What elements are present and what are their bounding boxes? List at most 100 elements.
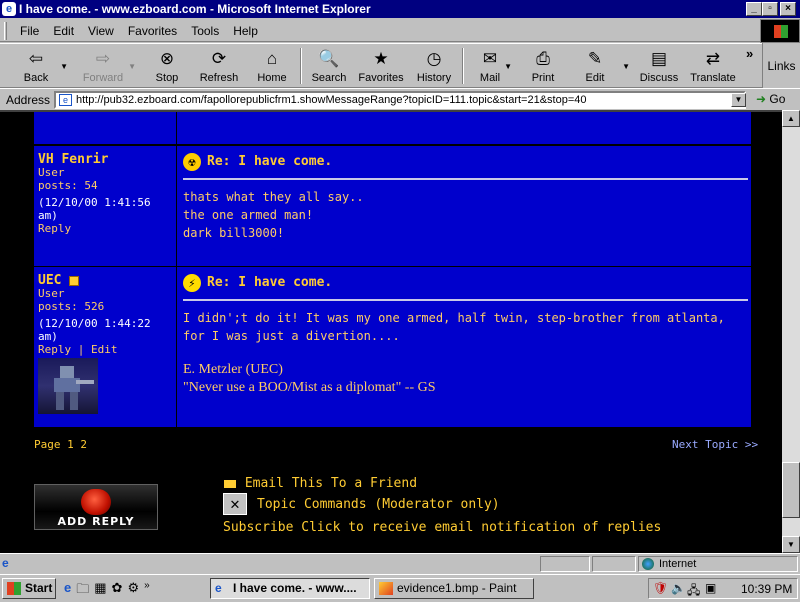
- status-page-icon: e: [2, 556, 9, 570]
- address-url: http://pub32.ezboard.com/fapollorepublic…: [76, 94, 587, 106]
- close-button[interactable]: ×: [780, 2, 796, 16]
- app-launch-icon[interactable]: ✿: [112, 580, 123, 602]
- stop-icon: ⊗: [159, 49, 175, 68]
- printer-icon: ⎙: [536, 49, 550, 68]
- address-input[interactable]: e http://pub32.ezboard.com/fapollorepubl…: [54, 91, 746, 109]
- app-launch-icon[interactable]: ⚙: [127, 580, 139, 602]
- next-topic-link[interactable]: Next Topic >>: [672, 438, 758, 451]
- back-label: Back: [23, 72, 49, 84]
- menu-tools[interactable]: Tools: [184, 24, 226, 38]
- windows-flag-icon: [774, 25, 788, 38]
- print-button[interactable]: ⎙ Print: [524, 46, 562, 86]
- mail-button[interactable]: ✉ Mail ▼: [470, 46, 512, 86]
- tray-app-icon[interactable]: ▣: [705, 581, 716, 595]
- address-dropdown-icon[interactable]: ▼: [731, 93, 746, 107]
- task-label: I have come. - www....: [233, 581, 357, 595]
- go-button[interactable]: ➜ Go: [756, 92, 785, 106]
- subscribe-link[interactable]: Subscribe Click to receive email notific…: [223, 520, 661, 535]
- app-launch-icon[interactable]: ▦: [94, 580, 106, 602]
- edit-dropdown-icon[interactable]: ▼: [622, 62, 630, 71]
- go-label: Go: [769, 92, 786, 106]
- menu-help[interactable]: Help: [226, 24, 265, 38]
- tray-shield-icon[interactable]: 🛡: [653, 581, 668, 595]
- email-friend-link[interactable]: Email This To a Friend: [223, 476, 417, 491]
- search-icon: 🔍: [318, 49, 340, 68]
- lightning-icon: ⚡: [183, 274, 201, 292]
- post-body-cell: ⚡ Re: I have come. I didn';t do it! It w…: [178, 267, 751, 404]
- post-vh-fenrir: VH Fenrir User posts: 54 (12/10/00 1:41:…: [33, 145, 752, 267]
- email-friend-label: Email This To a Friend: [244, 476, 418, 491]
- post-divider: [183, 299, 748, 301]
- scroll-down-icon[interactable]: ▼: [782, 536, 800, 553]
- mail-dropdown-icon[interactable]: ▼: [504, 62, 512, 71]
- post-author-name[interactable]: UEC: [38, 274, 172, 287]
- window-title-bar[interactable]: e I have come. - www.ezboard.com - Micro…: [0, 0, 800, 18]
- translate-button[interactable]: ⇄ Translate: [688, 46, 738, 86]
- post-author-count: posts: 526: [38, 300, 105, 313]
- minimize-button[interactable]: _: [746, 2, 762, 16]
- tray-volume-icon[interactable]: 🔈: [671, 581, 686, 595]
- menu-favorites[interactable]: Favorites: [121, 24, 184, 38]
- stop-button[interactable]: ⊗ Stop: [148, 46, 186, 86]
- scroll-up-icon[interactable]: ▲: [782, 110, 800, 127]
- print-label: Print: [531, 72, 555, 84]
- start-label: Start: [25, 581, 53, 595]
- back-button[interactable]: ⇦ Back ▼: [14, 46, 68, 86]
- zone-label: Internet: [659, 558, 697, 570]
- topic-commands-link[interactable]: ✕ Topic Commands (Moderator only): [223, 493, 500, 515]
- discuss-button[interactable]: ▤ Discuss: [636, 46, 682, 86]
- stop-label: Stop: [155, 72, 179, 84]
- clock[interactable]: 10:39 PM: [741, 582, 792, 596]
- author-status-icon: [69, 275, 80, 286]
- post-date: (12/10/00 1:41:56 am): [38, 196, 151, 222]
- home-button[interactable]: ⌂ Home: [252, 46, 292, 86]
- toolbar-separator: [462, 48, 464, 84]
- post-author-name-text: UEC: [38, 273, 62, 288]
- forward-dropdown-icon[interactable]: ▼: [128, 62, 136, 71]
- reply-edit-links[interactable]: Reply | Edit: [38, 343, 172, 356]
- toolbar: ⇦ Back ▼ ⇨ Forward ▼ ⊗ Stop ⟳ Refresh ⌂ …: [0, 43, 762, 88]
- quick-launch-more-icon[interactable]: »: [144, 580, 150, 602]
- forward-button[interactable]: ⇨ Forward ▼: [80, 46, 136, 86]
- vertical-scrollbar[interactable]: ▲ ▼: [782, 110, 800, 553]
- menu-file[interactable]: File: [13, 24, 46, 38]
- menu-edit[interactable]: Edit: [46, 24, 81, 38]
- reply-link[interactable]: Reply: [38, 222, 172, 235]
- quick-launch: e 🗀 ▦ ✿ ⚙ »: [64, 580, 150, 602]
- system-tray: 🛡 🔈 🖧 ▣ 10:39 PM: [648, 578, 798, 599]
- refresh-button[interactable]: ⟳ Refresh: [196, 46, 242, 86]
- add-reply-button[interactable]: ADD REPLY: [34, 484, 158, 530]
- page-content: VH Fenrir User posts: 54 (12/10/00 1:41:…: [0, 110, 782, 553]
- post-title-text: Re: I have come.: [207, 154, 333, 169]
- radioactive-icon: ☢: [183, 153, 201, 171]
- toolbar-more-chevron-icon[interactable]: »: [746, 46, 753, 61]
- menu-view[interactable]: View: [81, 24, 121, 38]
- scroll-thumb[interactable]: [782, 462, 800, 518]
- favorites-button[interactable]: ★ Favorites: [356, 46, 406, 86]
- maximize-button[interactable]: ▫: [762, 2, 778, 16]
- start-button[interactable]: Start: [2, 578, 56, 599]
- history-button[interactable]: ◷ History: [412, 46, 456, 86]
- post-author-name[interactable]: VH Fenrir: [38, 153, 172, 166]
- edit-button[interactable]: ✎ Edit ▼: [576, 46, 630, 86]
- explorer-launch-icon[interactable]: 🗀: [76, 580, 89, 602]
- pagination-label: Page: [34, 438, 61, 451]
- back-arrow-icon: ⇦: [28, 49, 44, 68]
- post-body-cell: ☢ Re: I have come. thats what they all s…: [178, 146, 751, 249]
- tray-network-icon[interactable]: 🖧: [687, 581, 700, 602]
- signature-line: "Never use a BOO/Mist as a diplomat" -- …: [183, 380, 436, 395]
- post-author-count: posts: 54: [38, 179, 98, 192]
- page-link-1[interactable]: 1: [67, 438, 74, 451]
- back-dropdown-icon[interactable]: ▼: [60, 62, 68, 71]
- page-link-2[interactable]: 2: [80, 438, 87, 451]
- task-button-ie[interactable]: e I have come. - www....: [210, 578, 370, 599]
- post-title-text: Re: I have come.: [207, 275, 333, 290]
- windows-start-icon: [7, 582, 21, 595]
- ie-launch-icon[interactable]: e: [64, 580, 71, 602]
- home-label: Home: [257, 72, 287, 84]
- edit-pencil-icon: ✎: [587, 49, 603, 68]
- search-button[interactable]: 🔍 Search: [308, 46, 350, 86]
- links-button[interactable]: Links: [762, 43, 800, 88]
- task-button-paint[interactable]: evidence1.bmp - Paint: [374, 578, 534, 599]
- refresh-icon: ⟳: [211, 49, 227, 68]
